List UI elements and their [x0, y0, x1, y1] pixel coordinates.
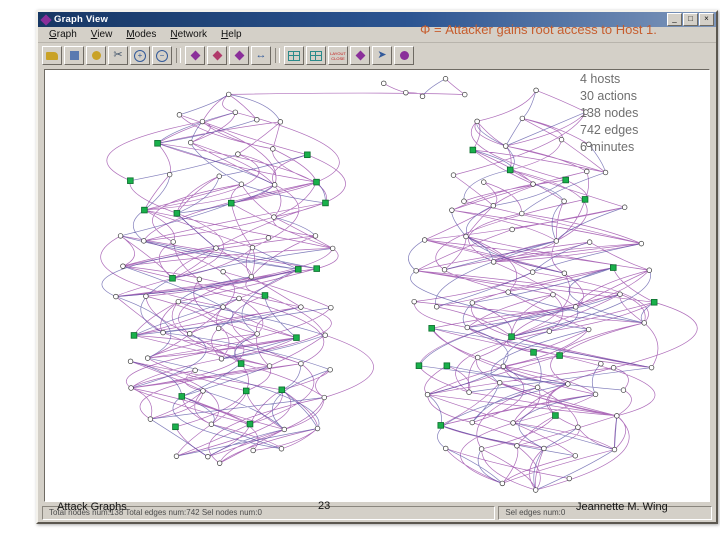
- toolbar-separator: [176, 48, 181, 63]
- menu-item[interactable]: Modes: [119, 29, 163, 40]
- menu-item[interactable]: Network: [163, 29, 214, 40]
- graph-stat-line: 30 actions: [580, 89, 637, 103]
- mode-icon[interactable]: [350, 46, 370, 65]
- graph-stat-line: 138 nodes: [580, 106, 639, 120]
- select-node-icon[interactable]: [185, 46, 205, 65]
- zoom-out-icon[interactable]: −: [152, 46, 172, 65]
- app-icon: [40, 13, 52, 26]
- zoom-in-icon[interactable]: +: [130, 46, 150, 65]
- graph-stat-line: 742 edges: [580, 123, 639, 137]
- save-graph-icon[interactable]: [64, 46, 84, 65]
- expand-graph-icon[interactable]: [229, 46, 249, 65]
- graph-stats-list: 4 hosts 30 actions 138 nodes 742 edges 6 min…: [580, 71, 638, 156]
- menu-item[interactable]: Help: [214, 29, 249, 40]
- toolbar-separator: [275, 48, 280, 63]
- maximize-button[interactable]: □: [683, 13, 698, 26]
- slide: Graph View _ □ × Graph View Modes Network He…: [0, 0, 720, 540]
- slide-title-overlay: Φ = Attacker gains root access to Host 1…: [420, 22, 657, 37]
- footer-page-number: 23: [318, 500, 331, 512]
- close-button[interactable]: ×: [699, 13, 714, 26]
- footer-title: Attack Graphs: [57, 501, 127, 513]
- cut-icon[interactable]: ✂: [108, 46, 128, 65]
- node-info-icon[interactable]: [394, 46, 414, 65]
- open-graph-icon[interactable]: [42, 46, 62, 65]
- footer-author: Jeannette M. Wing: [576, 501, 668, 513]
- pan-icon[interactable]: ➤: [372, 46, 392, 65]
- select-edge-icon[interactable]: [207, 46, 227, 65]
- menu-item[interactable]: View: [84, 29, 120, 40]
- window-controls: _ □ ×: [667, 13, 714, 26]
- table-view-icon[interactable]: [284, 46, 304, 65]
- minimize-button[interactable]: _: [667, 13, 682, 26]
- menu-item[interactable]: Graph: [42, 29, 84, 40]
- toolbar: ✂ + − ↔ LAYOUT CLOSE ➤: [38, 43, 716, 68]
- graph-stat-line: 6 minutes: [580, 140, 635, 154]
- matrix-view-icon[interactable]: [306, 46, 326, 65]
- key-icon[interactable]: [86, 46, 106, 65]
- fit-view-icon[interactable]: ↔: [251, 46, 271, 65]
- layout-close-button[interactable]: LAYOUT CLOSE: [328, 46, 348, 65]
- graph-stat-line: 4 hosts: [580, 72, 621, 86]
